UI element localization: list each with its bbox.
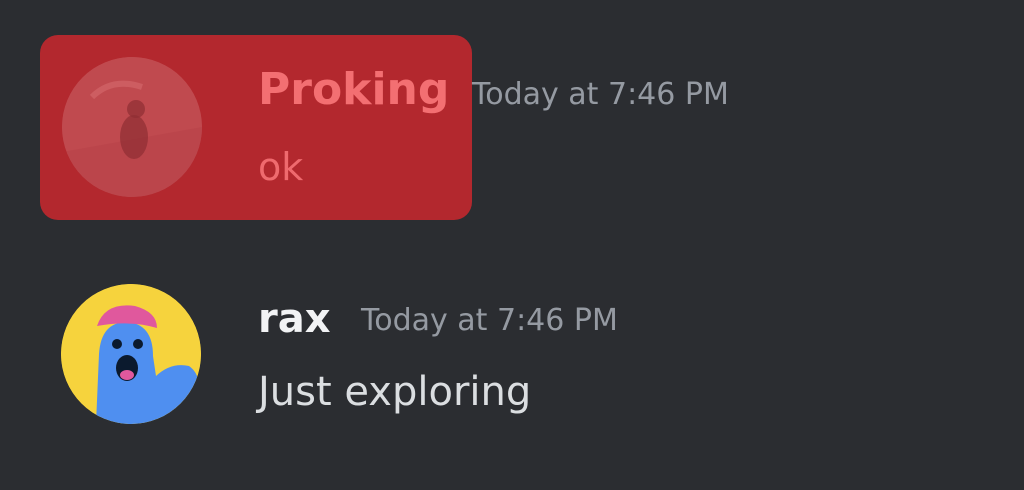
photo-avatar-icon xyxy=(62,57,202,197)
user-avatar[interactable] xyxy=(61,284,201,424)
chat-messages: Proking Today at 7:46 PM ok rax Today at… xyxy=(0,0,1024,490)
message-username[interactable]: rax xyxy=(258,299,331,339)
message-content: ok xyxy=(258,145,304,189)
cartoon-blob-avatar-icon xyxy=(61,284,201,424)
message-content: Just exploring xyxy=(258,369,532,415)
message-username[interactable]: Proking xyxy=(258,68,449,112)
message-timestamp: Today at 7:46 PM xyxy=(361,303,618,338)
message-timestamp: Today at 7:46 PM xyxy=(472,77,729,112)
user-avatar[interactable] xyxy=(62,57,202,197)
